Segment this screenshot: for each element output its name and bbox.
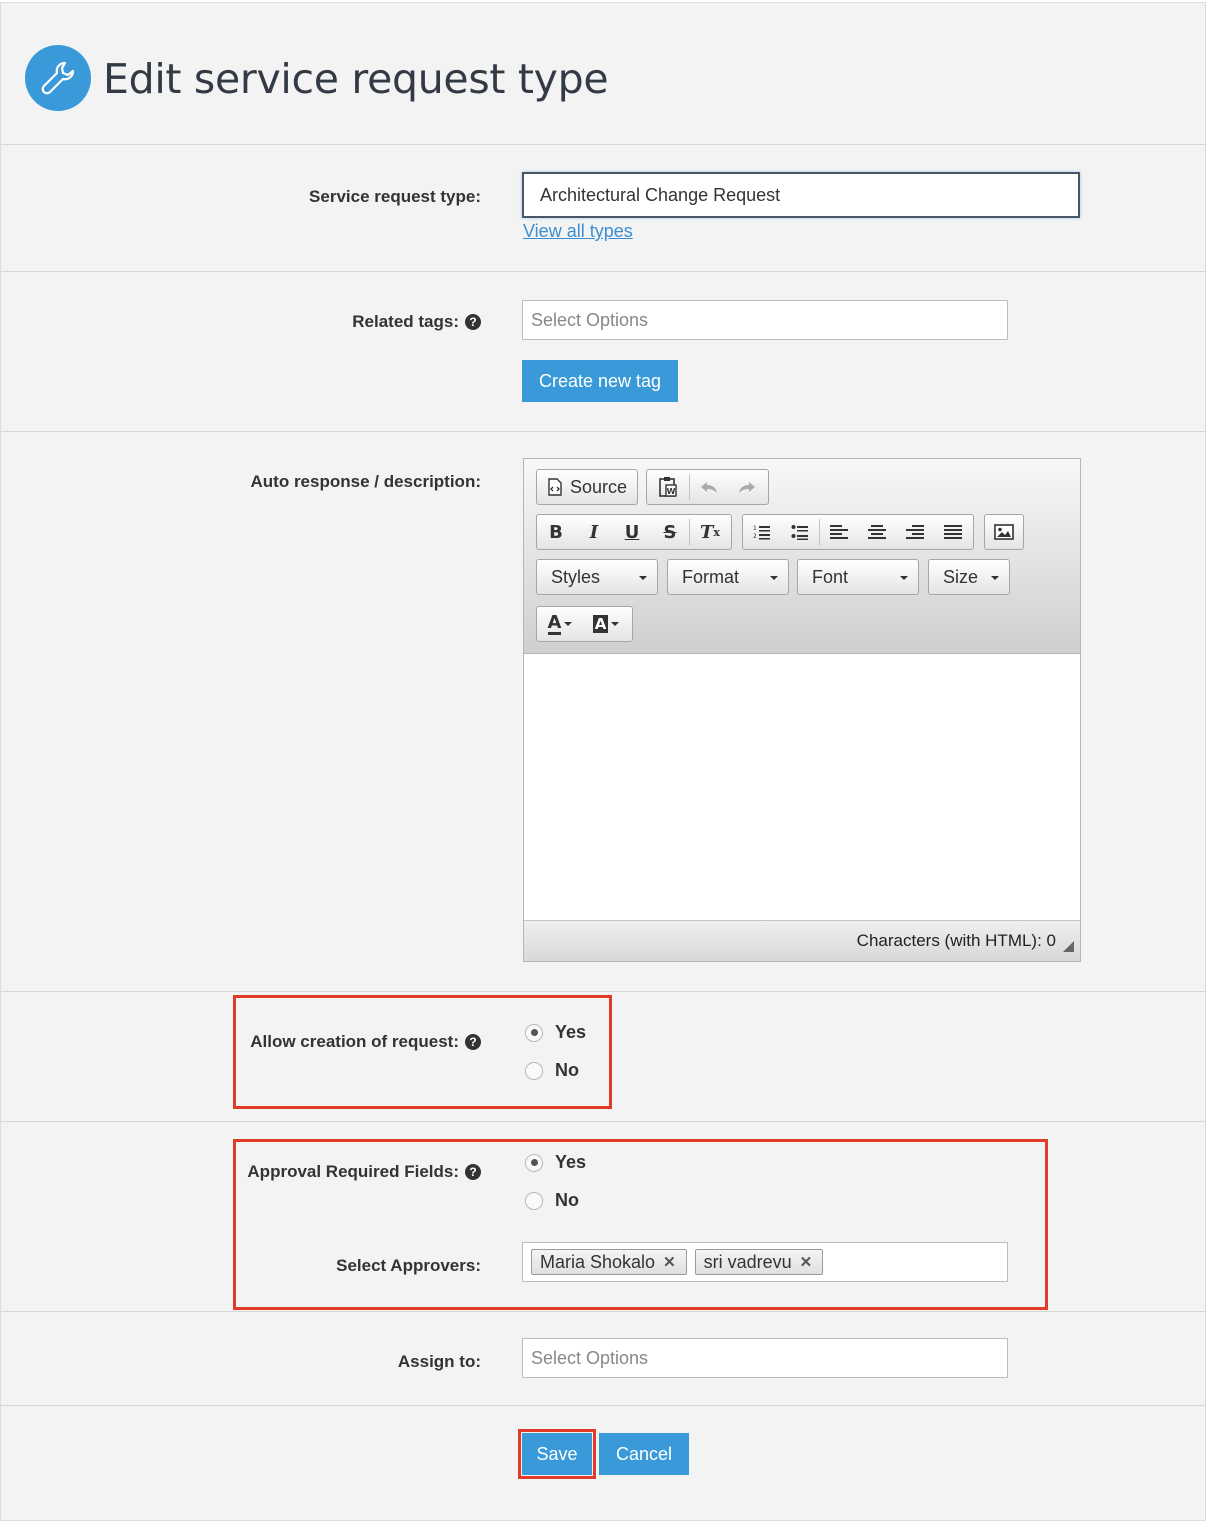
source-button[interactable]: Source xyxy=(537,470,637,504)
bold-icon[interactable]: B xyxy=(537,515,575,549)
wrench-icon xyxy=(25,45,91,111)
assign-to-select[interactable]: Select Options xyxy=(522,1338,1008,1378)
redo-icon[interactable] xyxy=(728,470,766,504)
align-center-icon[interactable] xyxy=(858,515,896,549)
styles-dropdown[interactable]: Styles xyxy=(536,559,658,595)
chevron-down-icon xyxy=(900,576,908,580)
save-highlight xyxy=(518,1429,596,1479)
allow-creation-highlight xyxy=(233,995,612,1109)
underline-icon[interactable]: U xyxy=(613,515,651,549)
editor-content-area[interactable] xyxy=(524,654,1080,920)
related-tags-select[interactable]: Select Options xyxy=(522,300,1008,340)
chevron-down-icon xyxy=(770,576,778,580)
color-group: A A xyxy=(536,606,633,642)
create-new-tag-button[interactable]: Create new tag xyxy=(522,360,678,402)
paragraph-group: 12 xyxy=(742,514,974,550)
help-icon[interactable]: ? xyxy=(465,314,481,330)
source-group: Source xyxy=(536,469,638,505)
edit-panel: Edit service request type Service reques… xyxy=(0,2,1206,1521)
editor-statusbar: Characters (with HTML): 0 xyxy=(524,920,1080,961)
page-title: Edit service request type xyxy=(103,55,609,103)
rich-text-editor: Source W B I U S T x 1 2 Styles Format F… xyxy=(523,458,1081,962)
align-justify-icon[interactable] xyxy=(934,515,972,549)
auto-response-label: Auto response / description: xyxy=(250,472,481,491)
view-all-types-link[interactable]: View all types xyxy=(523,221,633,242)
font-dropdown[interactable]: Font xyxy=(797,559,919,595)
approval-highlight xyxy=(233,1139,1048,1310)
related-tags-row: Related tags: ? Select Options Create ne… xyxy=(1,272,1205,432)
chevron-down-icon xyxy=(991,576,999,580)
editor-toolbar: Source W B I U S T x 1 2 Styles Format F… xyxy=(524,459,1080,654)
service-type-input[interactable]: Architectural Change Request xyxy=(522,172,1080,218)
format-dropdown[interactable]: Format xyxy=(667,559,789,595)
align-right-icon[interactable] xyxy=(896,515,934,549)
undo-icon[interactable] xyxy=(690,470,728,504)
basic-styles-group: B I U S Tx xyxy=(536,514,732,550)
service-type-row: Service request type: Architectural Chan… xyxy=(1,145,1205,272)
bulleted-list-icon[interactable] xyxy=(781,515,819,549)
clipboard-group: W xyxy=(646,469,769,505)
related-tags-label: Related tags: ? xyxy=(352,312,481,332)
resize-handle-icon[interactable] xyxy=(1063,941,1074,952)
image-icon[interactable] xyxy=(985,515,1023,549)
svg-text:1: 1 xyxy=(753,525,757,532)
paste-word-icon[interactable]: W xyxy=(647,470,689,504)
remove-format-icon[interactable]: Tx xyxy=(690,515,730,549)
assign-to-row: Assign to: Select Options xyxy=(1,1312,1205,1406)
svg-text:W: W xyxy=(667,487,676,496)
cancel-button[interactable]: Cancel xyxy=(599,1433,689,1475)
character-count: Characters (with HTML): 0 xyxy=(856,931,1056,950)
size-dropdown[interactable]: Size xyxy=(928,559,1010,595)
svg-text:2: 2 xyxy=(753,533,757,540)
numbered-list-icon[interactable]: 12 xyxy=(743,515,781,549)
italic-icon[interactable]: I xyxy=(575,515,613,549)
service-type-label: Service request type: xyxy=(309,187,481,206)
chevron-down-icon xyxy=(639,576,647,580)
insert-group xyxy=(984,514,1024,550)
page-header: Edit service request type xyxy=(1,3,1205,145)
strikethrough-icon[interactable]: S xyxy=(651,515,689,549)
background-color-icon[interactable]: A xyxy=(583,607,629,641)
assign-to-label: Assign to: xyxy=(397,1352,481,1371)
align-left-icon[interactable] xyxy=(820,515,858,549)
document-icon xyxy=(548,478,562,496)
text-color-icon[interactable]: A xyxy=(537,607,583,641)
service-type-value: Architectural Change Request xyxy=(540,184,781,205)
